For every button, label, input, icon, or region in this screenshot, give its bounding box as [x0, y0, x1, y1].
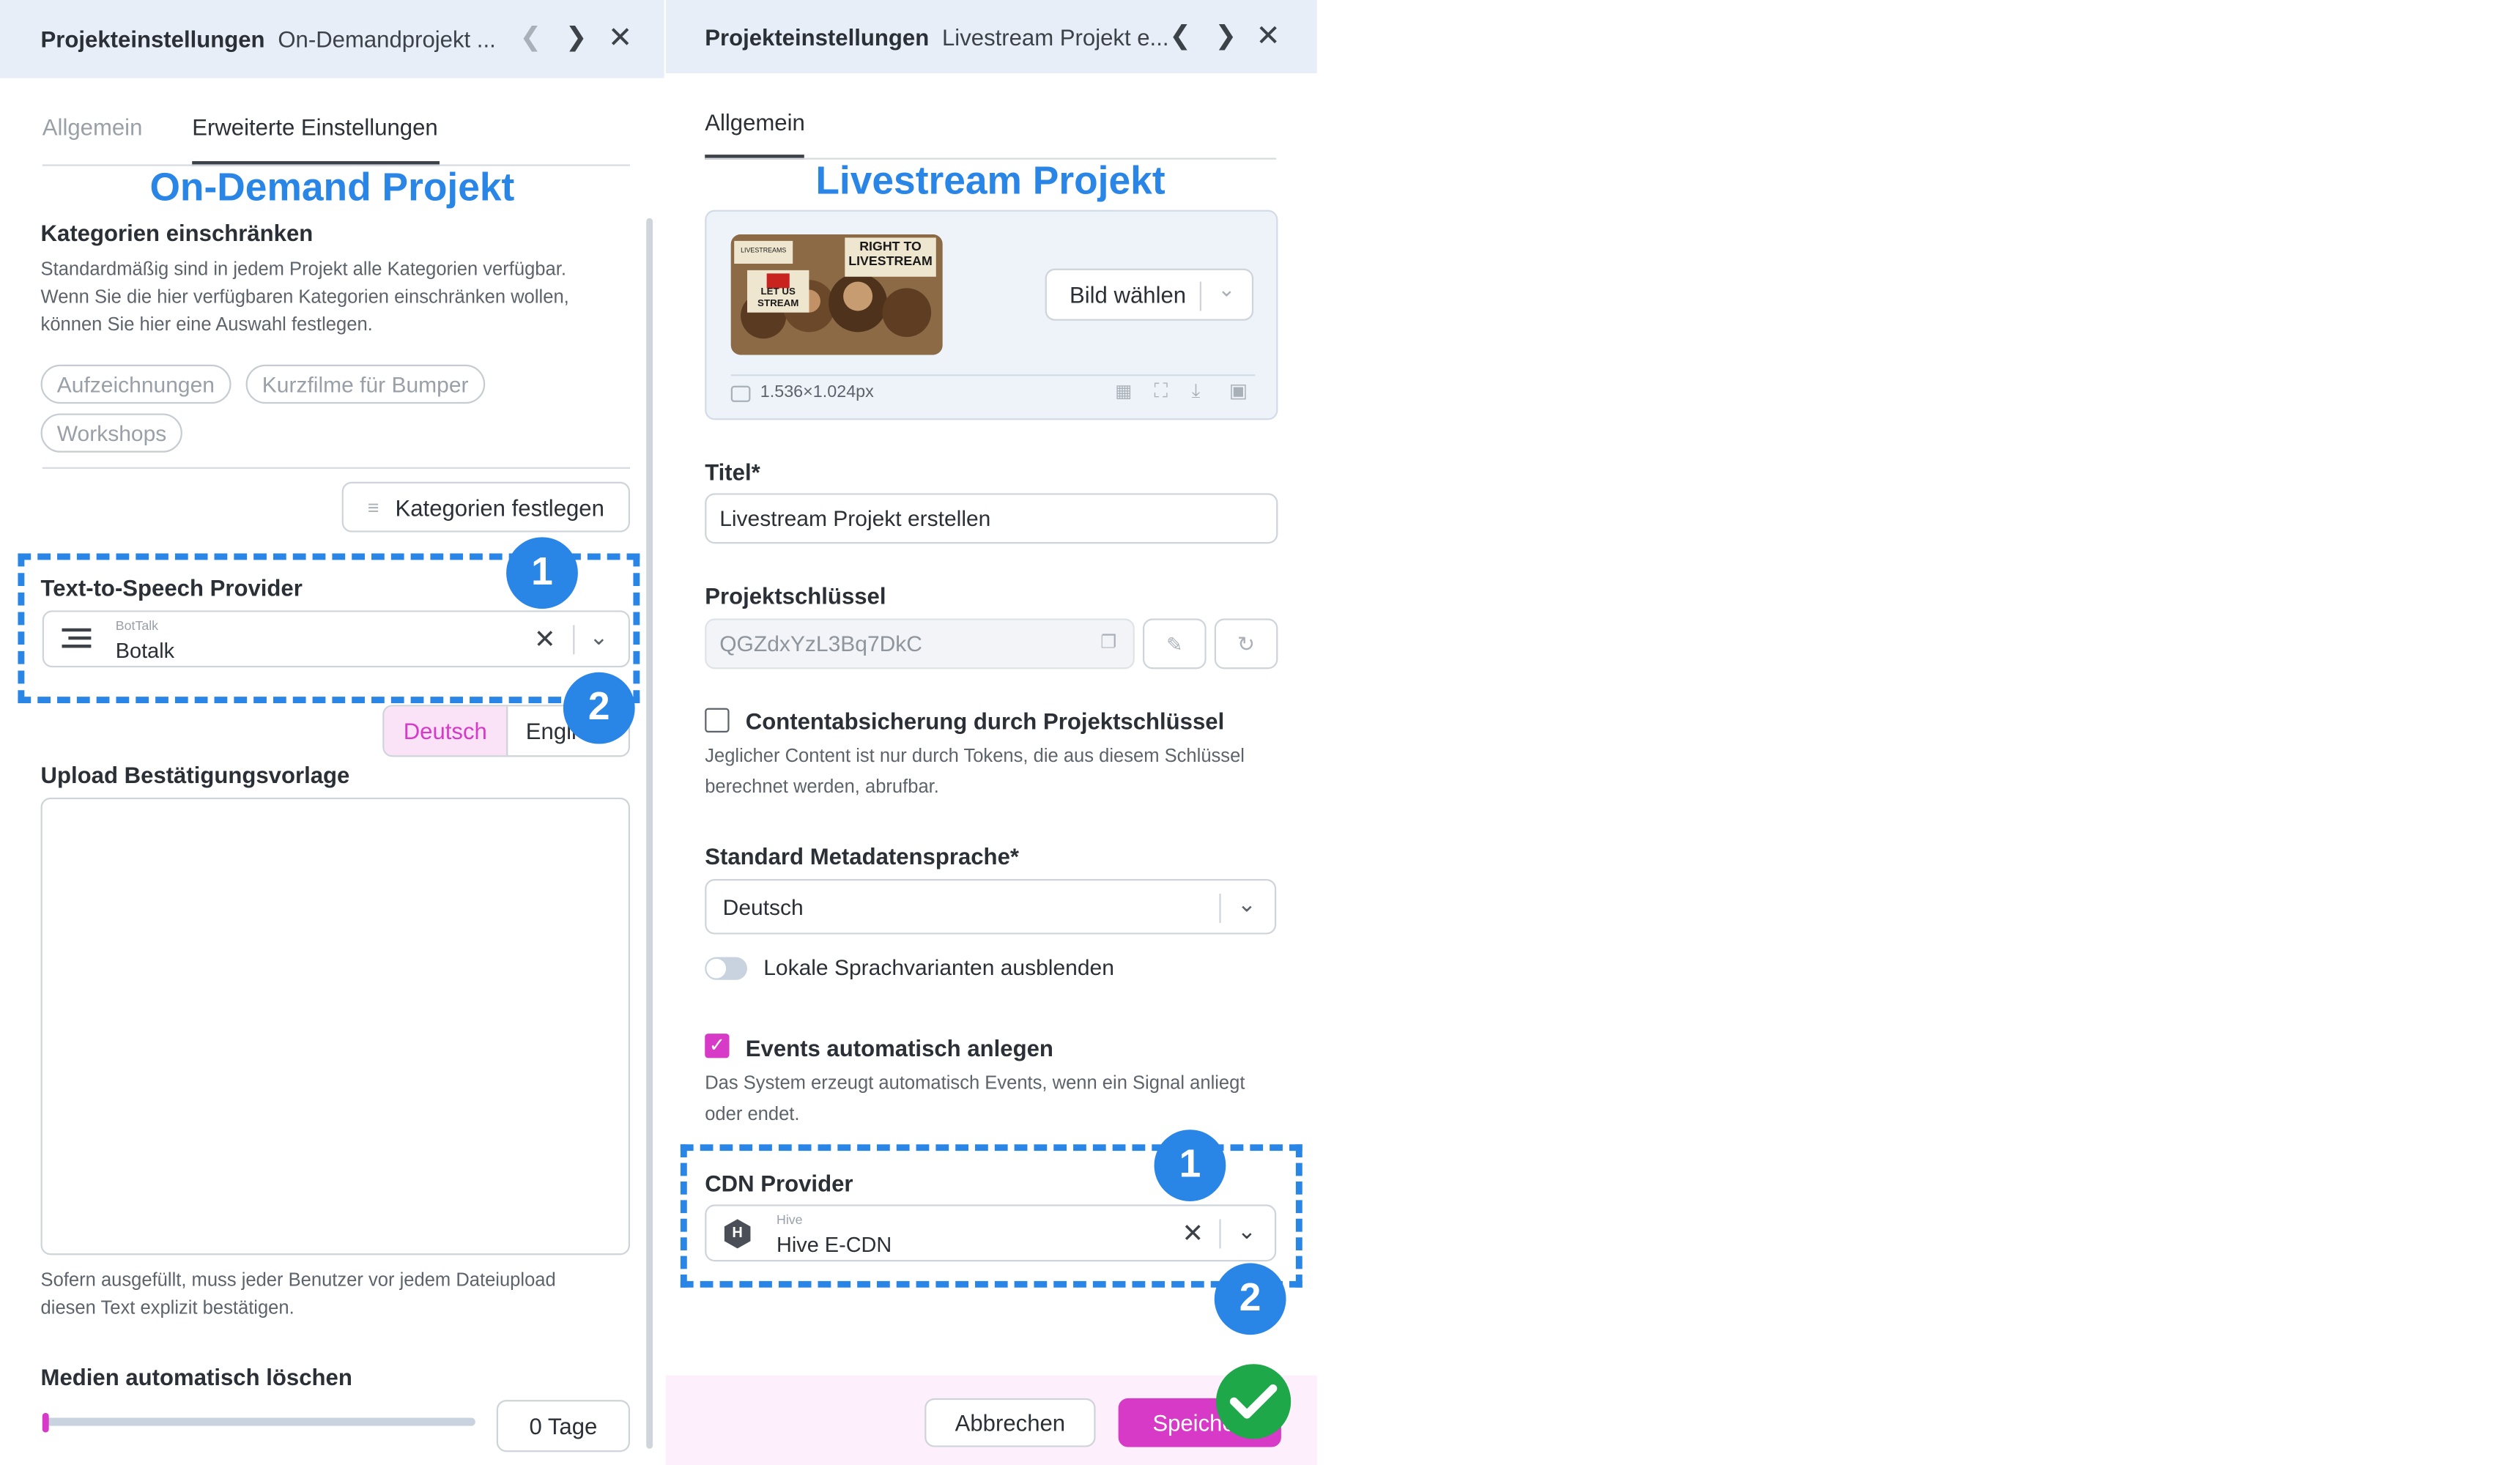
previous-icon[interactable]: ❮	[1164, 0, 1196, 73]
edit-key-button[interactable]: ✎	[1142, 618, 1207, 670]
category-chip[interactable]: Aufzeichnungen	[40, 364, 231, 404]
close-icon[interactable]: ✕	[1252, 0, 1284, 73]
metadata-language-value: Deutsch	[722, 895, 804, 920]
categories-divider	[42, 467, 630, 469]
annotation-title: Livestream Projekt	[815, 159, 1166, 204]
media-delete-label: Medien automatisch löschen	[40, 1364, 352, 1390]
content-protection-help: Jeglicher Content ist nur durch Tokens, …	[705, 746, 1245, 798]
metadata-language-select[interactable]: Deutsch ⌄	[705, 878, 1277, 935]
upload-template-help: Sofern ausgefüllt, muss jeder Benutzer v…	[40, 1271, 556, 1318]
slider-handle[interactable]	[42, 1412, 49, 1433]
badge-two: 2	[563, 672, 635, 744]
auto-events-help: Das System erzeugt automatisch Events, w…	[705, 1074, 1245, 1125]
panel-title: Projekteinstellungen	[40, 26, 265, 53]
crop-icon[interactable]: ▦	[1115, 381, 1132, 402]
lang-button-deutsch[interactable]: Deutsch	[384, 706, 508, 756]
title-input[interactable]	[705, 493, 1278, 544]
pencil-icon: ✎	[1166, 632, 1183, 656]
auto-events-checkbox[interactable]: ✓	[705, 1034, 730, 1058]
regenerate-key-button[interactable]: ↻	[1214, 618, 1278, 670]
panel-title: Projekteinstellungen	[705, 23, 930, 50]
cancel-label: Abbrechen	[955, 1409, 1066, 1436]
chevron-down-icon[interactable]: ⌄	[1237, 891, 1256, 919]
category-chip[interactable]: Kurzfilme für Bumper	[245, 364, 485, 404]
refresh-icon: ↻	[1237, 631, 1256, 656]
content-protection-checkbox[interactable]	[705, 708, 730, 732]
fullscreen-icon[interactable]: ⛶	[1155, 379, 1168, 404]
badge-two: 2	[1214, 1263, 1286, 1335]
chevron-down-icon[interactable]: ⌄	[1218, 277, 1235, 303]
panel-subtitle: On-Demandprojekt ...	[278, 26, 496, 53]
hide-variants-toggle[interactable]	[705, 957, 747, 980]
project-key-label: Projektschlüssel	[705, 582, 886, 609]
metadata-language-label: Standard Metadatensprache*	[705, 843, 1019, 869]
image-card-divider	[730, 374, 1256, 377]
list-icon: ≡	[367, 495, 379, 519]
right-panel-header: Projekteinstellungen Livestream Projekt …	[665, 0, 1317, 73]
image-size: 1.536×1.024px	[760, 382, 874, 402]
set-categories-label: Kategorien festlegen	[395, 494, 604, 520]
image-card: RIGHT TO LIVESTREAM LIVESTREAMS LET US S…	[705, 209, 1278, 420]
select-separator	[1219, 893, 1221, 923]
thumbnail-text-small: LIVESTREAMS	[741, 245, 787, 254]
media-delete-slider[interactable]	[42, 1412, 475, 1434]
badge-one: 1	[1154, 1130, 1226, 1201]
project-key-value: QGZdxYzL3Bq7DkC	[719, 631, 922, 656]
hide-variants-label: Lokale Sprachvarianten ausblenden	[763, 955, 1114, 980]
close-icon[interactable]: ✕	[604, 0, 636, 75]
screenshot-canvas: Projekteinstellungen On-Demandprojekt ..…	[0, 0, 2520, 1465]
thumbnail-text-top: RIGHT TO LIVESTREAM	[848, 239, 933, 269]
tab-allgemein[interactable]: Allgemein	[705, 109, 805, 136]
left-panel: Projekteinstellungen On-Demandprojekt ..…	[0, 0, 664, 1465]
panel-subtitle: Livestream Projekt e...	[941, 23, 1169, 50]
next-icon[interactable]: ❯	[1209, 0, 1242, 73]
days-value: 0 Tage	[529, 1412, 598, 1439]
copy-icon[interactable]: ❐	[1100, 631, 1116, 653]
content-protection-label: Contentabsicherung durch Projektschlüsse…	[745, 708, 1225, 735]
cancel-button[interactable]: Abbrechen	[924, 1398, 1096, 1447]
select-separator	[1199, 281, 1201, 311]
project-key-field: QGZdxYzL3Bq7DkC ❐	[705, 618, 1135, 670]
upload-template-label: Upload Bestätigungsvorlage	[40, 761, 350, 788]
annotation-title: On-Demand Projekt	[149, 166, 515, 210]
left-scrollbar[interactable]	[646, 218, 653, 1449]
categories-heading: Kategorien einschränken	[40, 219, 314, 246]
tab-allgemein[interactable]: Allgemein	[42, 114, 143, 141]
trash-icon[interactable]: ▣	[1229, 379, 1248, 402]
badge-one: 1	[506, 537, 578, 609]
tab-erweiterte-einstellungen[interactable]: Erweiterte Einstellungen	[192, 114, 438, 141]
next-icon[interactable]: ❯	[560, 0, 592, 75]
success-check-icon	[1215, 1364, 1292, 1439]
download-icon[interactable]: ⤓	[1192, 379, 1201, 404]
set-categories-button[interactable]: ≡ Kategorien festlegen	[341, 481, 630, 533]
category-chip[interactable]: Workshops	[40, 413, 183, 453]
thumbnail-text-sign: LET US STREAM	[757, 288, 799, 310]
categories-help: Standardmäßig sind in jedem Projekt alle…	[40, 260, 569, 335]
left-panel-header: Projekteinstellungen On-Demandprojekt ..…	[0, 0, 664, 78]
choose-image-button[interactable]: Bild wählen ⌄	[1045, 268, 1254, 321]
previous-icon[interactable]: ❮	[514, 0, 546, 75]
slider-track	[45, 1417, 475, 1426]
auto-events-label: Events automatisch anlegen	[745, 1035, 1053, 1061]
upload-template-textarea[interactable]	[40, 797, 630, 1256]
toggle-knob	[706, 958, 727, 979]
project-thumbnail[interactable]: RIGHT TO LIVESTREAM LIVESTREAMS LET US S…	[730, 234, 943, 355]
title-label: Titel*	[705, 459, 760, 486]
choose-image-label: Bild wählen	[1069, 281, 1187, 308]
image-size-icon	[730, 385, 751, 402]
